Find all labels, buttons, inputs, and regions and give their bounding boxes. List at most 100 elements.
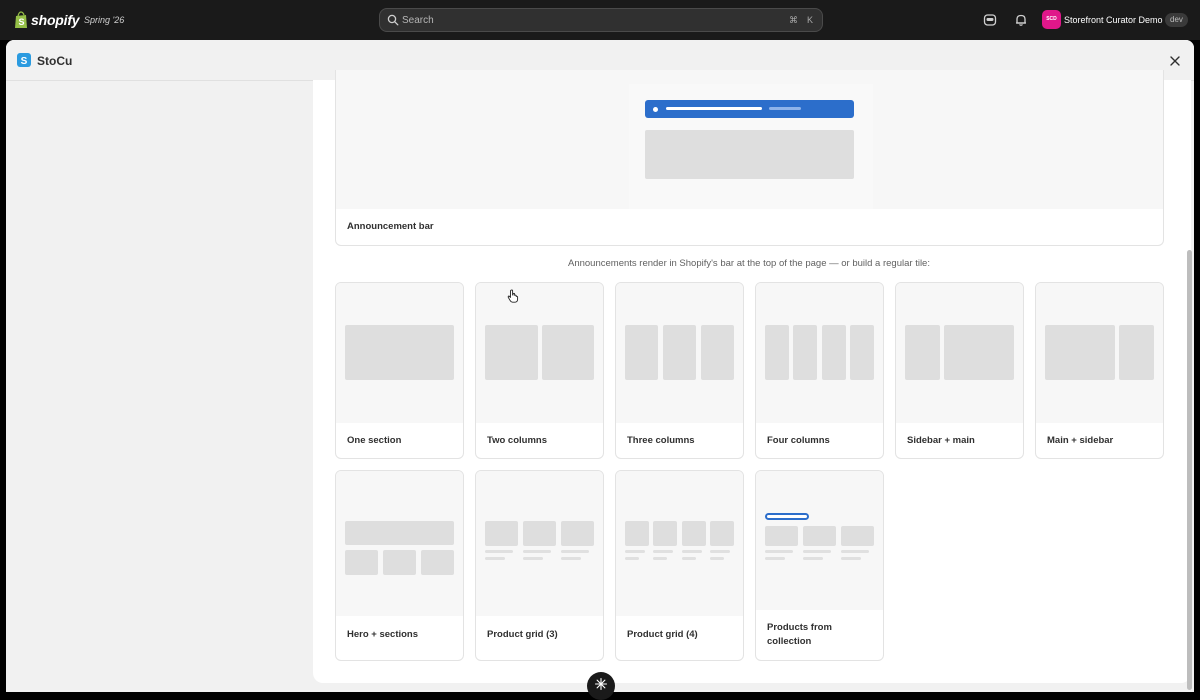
layout-card-main-sidebar[interactable]: Main + sidebar [1035, 282, 1164, 459]
bottom-app-bridge-button[interactable] [587, 672, 615, 700]
sparkle-icon [594, 677, 608, 691]
product-image [561, 521, 594, 546]
card-label: One section [347, 435, 402, 446]
product-price-line [682, 557, 696, 560]
product-title-line [841, 550, 869, 553]
product-price-line [523, 557, 543, 560]
admin-top-bar: S shopify Spring '26 ⌘ K SCD Storefront … [0, 0, 1200, 40]
strip-dot [653, 107, 658, 112]
product-image [765, 526, 798, 546]
store-avatar[interactable]: SCD [1042, 10, 1061, 29]
product-image [625, 521, 649, 546]
layout-card-products-from-collection[interactable]: Products from collection [755, 470, 884, 661]
preview-block [345, 325, 454, 380]
layout-card-hero-sections[interactable]: Hero + sections [335, 470, 464, 661]
product-price-line [625, 557, 639, 560]
card-label: Products from collection [767, 622, 832, 647]
collection-tag-pill [765, 513, 809, 520]
shopify-logo[interactable]: S shopify [14, 11, 80, 29]
app-title: StoCu [37, 54, 73, 68]
layout-preview [336, 471, 463, 616]
layout-preview [616, 471, 743, 616]
layout-preview [1036, 283, 1163, 423]
layout-card-one-section[interactable]: One section [335, 282, 464, 459]
product-title-line [523, 550, 551, 553]
product-price-line [561, 557, 581, 560]
announcement-preview [336, 70, 1163, 209]
search-bar[interactable]: ⌘ K [379, 8, 823, 32]
product-price-line [803, 557, 823, 560]
preview-block [793, 325, 817, 380]
product-price-line [710, 557, 724, 560]
layout-preview [616, 283, 743, 423]
product-title-line [765, 550, 793, 553]
layout-card-product-grid-3[interactable]: Product grid (3) [475, 470, 604, 661]
shortcut-cmd: ⌘ [789, 15, 798, 25]
page-block [645, 130, 854, 179]
scrollbar-thumb[interactable] [1187, 250, 1192, 690]
card-label: Hero + sections [347, 629, 419, 640]
product-image [841, 526, 874, 546]
card-label: Announcement bar [347, 221, 434, 232]
product-image [653, 521, 677, 546]
product-image [803, 526, 836, 546]
edition-label: Spring '26 [84, 15, 125, 25]
preview-block [345, 550, 378, 575]
layout-card-four-columns[interactable]: Four columns [755, 282, 884, 459]
logo-text: shopify [31, 12, 80, 28]
preview-block [1045, 325, 1115, 380]
product-title-line [625, 550, 645, 553]
preview-block [663, 325, 696, 380]
preview-block [1119, 325, 1154, 380]
card-label: Product grid (3) [487, 629, 558, 640]
product-price-line [765, 557, 785, 560]
app-logo-icon: S [17, 53, 31, 67]
layout-preview [336, 283, 463, 423]
product-title-line [485, 550, 513, 553]
preview-block [485, 325, 538, 380]
announcement-strip [645, 100, 854, 118]
svg-text:S: S [19, 17, 25, 27]
preview-block [421, 550, 454, 575]
preview-block [625, 325, 658, 380]
strip-line [666, 107, 762, 110]
layout-card-two-columns[interactable]: Two columns [475, 282, 604, 459]
preview-block [345, 521, 454, 545]
dev-store-badge: dev [1165, 13, 1188, 27]
preview-block [822, 325, 846, 380]
layout-preview [896, 283, 1023, 423]
search-input[interactable] [402, 9, 782, 31]
product-image [710, 521, 734, 546]
layout-card-product-grid-4[interactable]: Product grid (4) [615, 470, 744, 661]
svg-text:S: S [21, 56, 28, 67]
layout-card-announcement-bar[interactable]: Announcement bar [335, 70, 1164, 246]
shortcut-key: K [807, 15, 814, 25]
layout-preview [476, 283, 603, 423]
store-name[interactable]: Storefront Curator Demo [1064, 15, 1163, 25]
product-price-line [485, 557, 505, 560]
strip-line-faint [769, 107, 801, 110]
sidekick-icon[interactable] [983, 13, 997, 27]
product-title-line [710, 550, 730, 553]
card-label: Product grid (4) [627, 629, 698, 640]
preview-block [701, 325, 734, 380]
tile-hint-text: Announcements render in Shopify's bar at… [568, 258, 930, 269]
layout-card-sidebar-main[interactable]: Sidebar + main [895, 282, 1024, 459]
close-icon[interactable] [1168, 54, 1182, 68]
product-title-line [682, 550, 702, 553]
preview-block [383, 550, 416, 575]
product-image [682, 521, 706, 546]
shopify-bag-icon: S [15, 11, 27, 28]
card-label: Main + sidebar [1047, 435, 1114, 446]
preview-block [765, 325, 789, 380]
card-label: Two columns [487, 435, 547, 446]
layout-preview [756, 283, 883, 423]
layout-card-three-columns[interactable]: Three columns [615, 282, 744, 459]
search-icon [387, 14, 399, 26]
product-price-line [653, 557, 667, 560]
notifications-bell-icon[interactable] [1014, 13, 1028, 27]
product-title-line [803, 550, 831, 553]
product-image [485, 521, 518, 546]
product-price-line [841, 557, 861, 560]
hand-cursor-icon [507, 289, 519, 303]
